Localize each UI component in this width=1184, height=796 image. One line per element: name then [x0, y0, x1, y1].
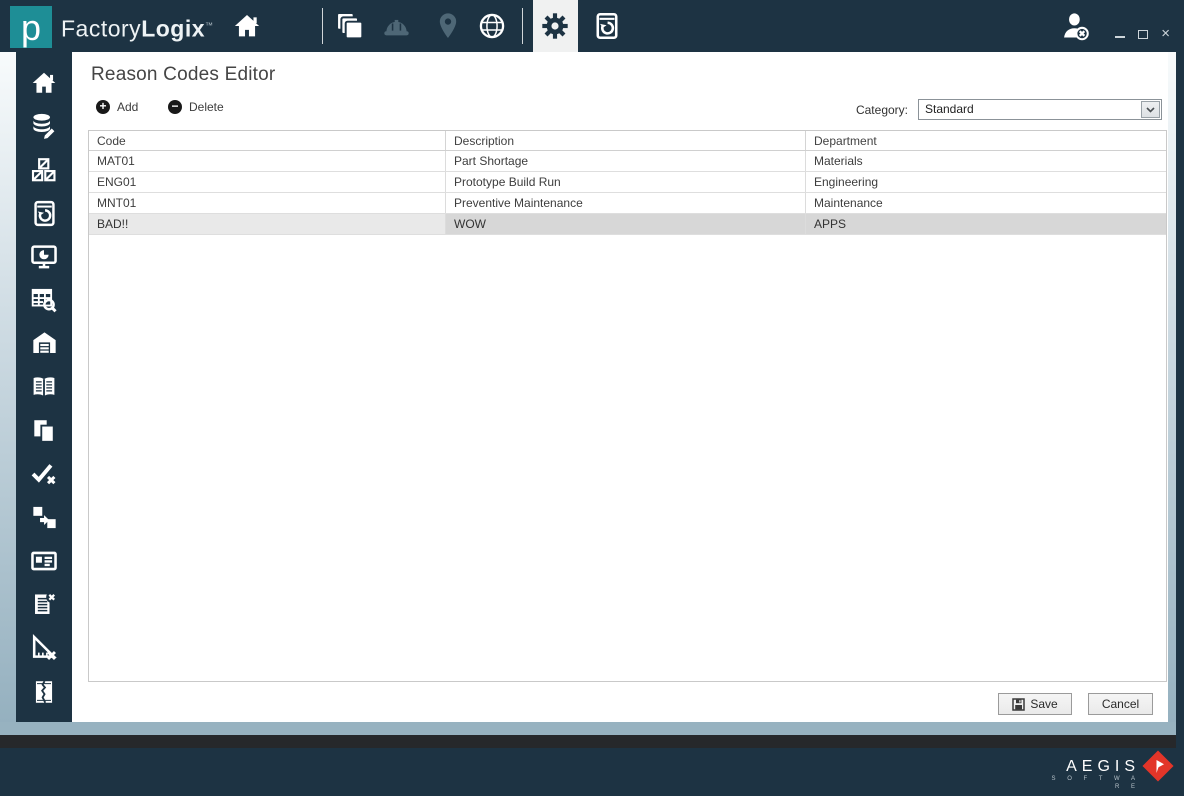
monitor-chart-icon [29, 242, 59, 272]
table-row[interactable]: MNT01 Preventive Maintenance Maintenance [89, 193, 1166, 214]
cell-description[interactable]: Part Shortage [446, 151, 806, 171]
right-border [1176, 0, 1184, 796]
table-row[interactable]: MAT01 Part Shortage Materials [89, 151, 1166, 172]
aegis-brand-subtext: S O F T W A R E [1051, 776, 1140, 790]
delete-button[interactable]: − Delete [168, 100, 224, 114]
reason-codes-table: Code Description Department MAT01 Part S… [88, 130, 1167, 682]
table-row[interactable]: ENG01 Prototype Build Run Engineering [89, 172, 1166, 193]
cell-description[interactable]: Preventive Maintenance [446, 193, 806, 213]
delete-button-label: Delete [189, 100, 224, 114]
sidebar-item-badge[interactable] [16, 540, 72, 584]
cell-department[interactable]: Engineering [806, 172, 1166, 192]
cell-department[interactable]: Maintenance [806, 193, 1166, 213]
column-header-code[interactable]: Code [89, 131, 446, 150]
dropdown-arrow-button[interactable] [1141, 101, 1160, 118]
titlebar-divider [322, 8, 323, 44]
cell-code[interactable]: MAT01 [89, 151, 446, 171]
sidebar-item-materials[interactable] [16, 148, 72, 192]
save-button-label: Save [1030, 697, 1058, 711]
cell-description[interactable]: Prototype Build Run [446, 172, 806, 192]
home-icon[interactable] [232, 12, 262, 40]
sidebar-item-home[interactable] [16, 61, 72, 105]
column-header-department[interactable]: Department [806, 131, 1166, 150]
map-pin-icon[interactable] [434, 10, 462, 42]
globe-icon[interactable] [477, 11, 507, 41]
plus-circle-icon: + [96, 100, 110, 114]
sidebar-item-torn-record[interactable] [16, 670, 72, 714]
category-dropdown[interactable]: Standard [918, 99, 1162, 120]
cell-code[interactable]: MNT01 [89, 193, 446, 213]
factorylogix-window: p FactoryLogix™ × Reason Codes Editor + … [0, 0, 1184, 796]
cell-description[interactable]: WOW [446, 214, 806, 234]
box-transfer-icon [30, 503, 59, 532]
category-label: Category: [855, 103, 908, 117]
crates-icon [30, 156, 58, 184]
add-button[interactable]: + Add [96, 100, 138, 114]
chevron-down-icon [1146, 106, 1155, 113]
database-restore-icon[interactable] [592, 11, 622, 41]
list-remove-icon [30, 590, 59, 619]
footer-bar [0, 748, 1184, 796]
column-header-description[interactable]: Description [446, 131, 806, 150]
table-row-selected[interactable]: BAD!! WOW APPS [89, 214, 1166, 235]
sidebar-item-warehouse[interactable] [16, 322, 72, 366]
table-search-icon [29, 285, 59, 315]
id-card-icon [29, 546, 59, 576]
copy-pages-icon [30, 417, 58, 445]
ruler-remove-icon [29, 633, 59, 663]
house-icon [30, 70, 58, 96]
table-header-row: Code Description Department [89, 131, 1166, 151]
main-content: Reason Codes Editor + Add − Delete Categ… [72, 52, 1168, 722]
titlebar-divider [522, 8, 523, 44]
sidebar [16, 52, 72, 722]
sidebar-item-data-editor[interactable] [16, 105, 72, 149]
bottom-light-strip [0, 722, 1176, 735]
bottom-dark-strip [0, 735, 1176, 748]
backup-book-icon [30, 199, 59, 228]
cell-department[interactable]: APPS [806, 214, 1166, 234]
page-title: Reason Codes Editor [91, 64, 276, 85]
aegis-logo: AEGIS S O F T W A R E [1040, 758, 1140, 791]
stacked-pages-icon[interactable] [334, 10, 366, 42]
minus-circle-icon: − [168, 100, 182, 114]
cell-department[interactable]: Materials [806, 151, 1166, 171]
sidebar-item-dashboard[interactable] [16, 235, 72, 279]
user-signout-icon[interactable] [1058, 9, 1092, 43]
cell-code[interactable]: ENG01 [89, 172, 446, 192]
sidebar-item-measure-remove[interactable] [16, 627, 72, 671]
sidebar-item-database-restore[interactable] [16, 192, 72, 236]
add-button-label: Add [117, 100, 139, 114]
cancel-button[interactable]: Cancel [1088, 693, 1153, 715]
gear-icon[interactable] [533, 0, 578, 52]
database-edit-icon [29, 111, 59, 141]
sidebar-item-batch-documents[interactable] [16, 409, 72, 453]
left-edge-strip [0, 52, 16, 735]
right-edge-strip [1168, 52, 1176, 735]
cell-code[interactable]: BAD!! [89, 214, 446, 234]
save-button[interactable]: Save [998, 693, 1072, 715]
hardhat-icon[interactable] [381, 11, 412, 42]
sidebar-item-documentation[interactable] [16, 366, 72, 410]
aegis-brand-text: AEGIS [1066, 758, 1140, 775]
check-cross-icon [29, 459, 59, 489]
brand-name: FactoryLogix™ [61, 15, 214, 42]
maximize-button[interactable] [1138, 29, 1149, 39]
sidebar-item-checklist-remove[interactable] [16, 583, 72, 627]
close-button[interactable]: × [1161, 26, 1170, 41]
category-value: Standard [925, 102, 974, 116]
sidebar-item-verify[interactable] [16, 453, 72, 497]
aegis-flag-icon [1156, 760, 1164, 773]
sidebar-item-transfer[interactable] [16, 496, 72, 540]
titlebar: p FactoryLogix™ × [0, 0, 1184, 52]
warehouse-icon [30, 329, 59, 358]
save-floppy-icon [1012, 697, 1026, 711]
cancel-button-label: Cancel [1101, 697, 1140, 711]
open-book-icon [29, 372, 59, 402]
minimize-button[interactable] [1115, 30, 1126, 38]
sidebar-item-data-query[interactable] [16, 279, 72, 323]
torn-page-icon [30, 678, 58, 706]
app-logo: p [10, 6, 52, 48]
